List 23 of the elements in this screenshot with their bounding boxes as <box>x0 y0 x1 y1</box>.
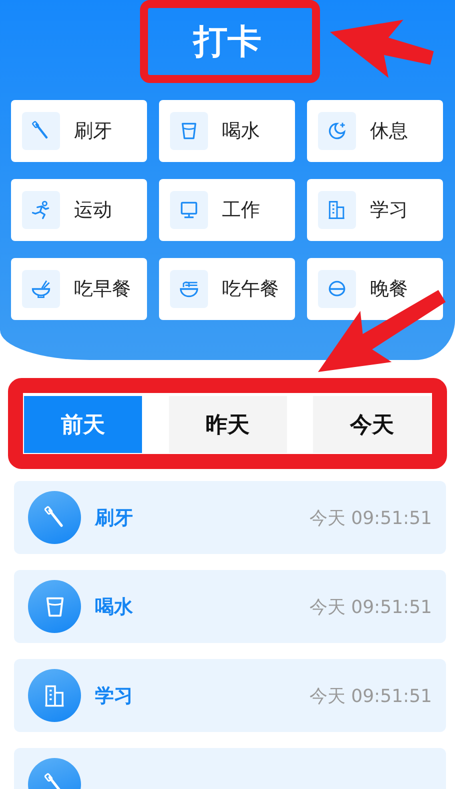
moon-icon <box>326 120 348 142</box>
record-name: 学习 <box>95 684 133 708</box>
activity-button[interactable]: 刷牙 <box>11 100 147 162</box>
record-name: 刷牙 <box>95 506 133 530</box>
monitor-icon <box>178 199 200 221</box>
activity-button[interactable]: 工作 <box>159 179 295 241</box>
activity-button[interactable]: 吃早餐 <box>11 258 147 320</box>
activity-button[interactable]: 晚餐 <box>307 258 443 320</box>
record-name: 喝水 <box>95 594 133 620</box>
activity-button[interactable]: 运动 <box>11 179 147 241</box>
record-time: 今天 09:51:51 <box>309 596 432 618</box>
page-title: 打卡 <box>194 21 262 64</box>
activity-button[interactable]: 学习 <box>307 179 443 241</box>
day-tab[interactable]: 今天 <box>313 396 431 453</box>
activity-button[interactable]: 喝水 <box>159 100 295 162</box>
day-tab[interactable]: 昨天 <box>168 396 286 453</box>
bowl-icon <box>30 278 52 300</box>
record-time: 今天 09:51:51 <box>309 684 432 708</box>
record-time: 今天 09:51:51 <box>309 506 432 530</box>
activity-button[interactable]: 休息 <box>307 100 443 162</box>
day-tab[interactable]: 前天 <box>24 396 142 453</box>
runner-icon <box>30 199 52 221</box>
activity-button[interactable]: 吃午餐 <box>159 258 295 320</box>
